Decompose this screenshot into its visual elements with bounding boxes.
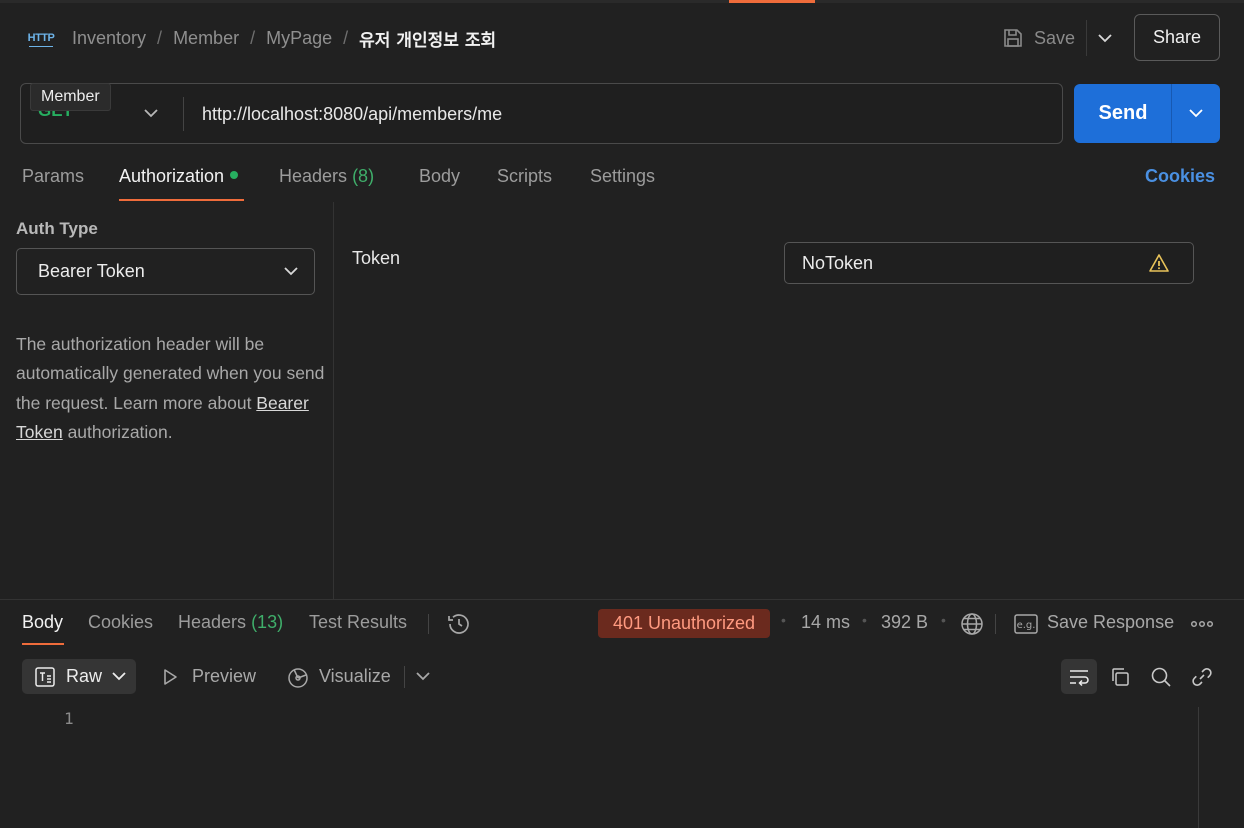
panel-divider[interactable] (333, 202, 334, 599)
breadcrumb-item-mypage[interactable]: MyPage (266, 28, 332, 49)
copy-icon (1112, 667, 1129, 686)
chevron-down-icon (416, 671, 430, 680)
response-tab-test-results[interactable]: Test Results (309, 612, 407, 636)
send-options-button[interactable] (1172, 84, 1220, 143)
auth-description: The authorization header will be automat… (16, 330, 326, 447)
headers-count: (8) (352, 166, 375, 186)
method-dropdown-button[interactable] (140, 100, 162, 126)
response-time[interactable]: 14 ms (801, 612, 850, 633)
chevron-down-icon (1098, 33, 1112, 42)
visualize-icon (288, 667, 308, 688)
text-format-icon (35, 666, 55, 687)
request-title[interactable]: 유저 개인정보 조회 (359, 26, 496, 51)
auth-type-select[interactable]: Bearer Token (16, 248, 315, 295)
save-icon (1004, 29, 1022, 47)
globe-icon[interactable] (959, 611, 985, 637)
divider (1086, 20, 1087, 56)
preview-button[interactable]: Preview (160, 659, 256, 694)
auth-type-label: Auth Type (16, 219, 98, 238)
save-options-button[interactable] (1093, 25, 1117, 51)
svg-text:e.g.: e.g. (1017, 620, 1036, 631)
top-border (0, 0, 1244, 3)
response-headers-label: Headers (178, 612, 247, 632)
separator-dot: • (862, 612, 867, 628)
save-button[interactable]: Save (1002, 22, 1075, 54)
wrap-lines-button[interactable] (1061, 659, 1097, 694)
response-headers-count: (13) (251, 612, 284, 632)
tab-scripts[interactable]: Scripts (497, 166, 552, 190)
tab-underline (119, 199, 244, 201)
breadcrumb: Inventory / Member / MyPage / 유저 개인정보 조회 (72, 25, 496, 51)
visualize-label: Visualize (319, 666, 391, 686)
search-button[interactable] (1143, 659, 1179, 694)
tab-authorization-label: Authorization (119, 166, 225, 186)
link-button[interactable] (1184, 659, 1220, 694)
send-button[interactable]: Send (1074, 84, 1172, 143)
visualize-options-button[interactable] (412, 664, 434, 688)
divider (995, 614, 996, 634)
history-icon[interactable] (446, 611, 472, 637)
preview-label: Preview (192, 666, 257, 686)
tab-headers[interactable]: Headers (8) (279, 166, 374, 190)
save-label: Save (1034, 27, 1076, 48)
warning-icon (1149, 254, 1169, 272)
format-select[interactable]: Raw (22, 659, 136, 694)
token-input[interactable] (802, 251, 1132, 275)
line-number: 1 (64, 709, 74, 728)
tab-settings[interactable]: Settings (590, 166, 655, 190)
chevron-down-icon (281, 261, 301, 281)
auth-description-suffix: authorization. (62, 421, 173, 442)
format-label: Raw (66, 666, 103, 686)
tab-params[interactable]: Params (22, 166, 84, 190)
http-icon: HTTP (27, 27, 55, 49)
chevron-down-icon (1189, 109, 1203, 118)
breadcrumb-item-member[interactable]: Member (173, 28, 239, 49)
copy-button[interactable] (1102, 659, 1138, 694)
wrap-lines-icon (1070, 669, 1089, 686)
share-button[interactable]: Share (1134, 14, 1220, 61)
breadcrumb-separator: / (157, 27, 163, 48)
cookies-link[interactable]: Cookies (1145, 166, 1215, 187)
chevron-down-icon (112, 672, 126, 681)
url-input[interactable] (202, 100, 1042, 128)
breadcrumb-separator: / (343, 27, 349, 48)
chevron-down-icon (144, 108, 158, 117)
modified-dot-icon (230, 171, 239, 180)
link-icon (1192, 667, 1212, 686)
separator-dot: • (941, 612, 946, 628)
active-tab-indicator (729, 0, 815, 3)
separator-dot: • (781, 612, 786, 628)
divider (183, 97, 184, 131)
divider (428, 614, 429, 634)
more-options-icon[interactable] (1190, 614, 1216, 634)
editor-scrollbar[interactable] (1198, 707, 1199, 828)
visualize-button[interactable]: Visualize (286, 659, 391, 694)
tab-body[interactable]: Body (419, 166, 460, 190)
tab-headers-label: Headers (279, 166, 348, 186)
response-tab-cookies[interactable]: Cookies (88, 612, 153, 636)
tab-authorization[interactable]: Authorization (119, 166, 239, 190)
example-icon: e.g. (1014, 614, 1038, 634)
breadcrumb-separator: / (250, 27, 256, 48)
response-divider[interactable] (0, 599, 1244, 600)
tooltip: Member (30, 83, 111, 111)
play-icon (164, 668, 177, 685)
status-badge[interactable]: 401 Unauthorized (598, 609, 770, 638)
response-size[interactable]: 392 B (881, 612, 928, 633)
response-tab-body[interactable]: Body (22, 612, 63, 636)
response-tab-headers[interactable]: Headers (13) (178, 612, 283, 636)
divider (404, 666, 405, 688)
auth-type-value: Bearer Token (38, 261, 145, 281)
search-icon (1151, 667, 1171, 687)
save-response-button[interactable]: Save Response (1047, 612, 1174, 633)
token-label: Token (352, 248, 401, 268)
tab-underline (22, 643, 64, 645)
breadcrumb-item-inventory[interactable]: Inventory (72, 28, 146, 49)
